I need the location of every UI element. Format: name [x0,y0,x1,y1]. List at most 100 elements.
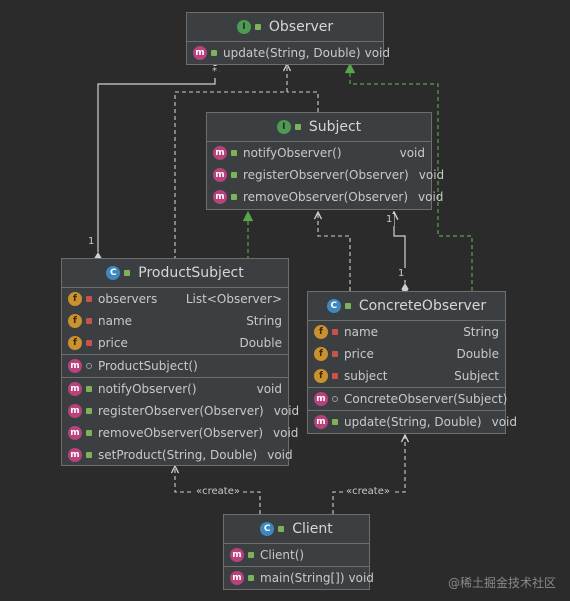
multiplicity-label: 1 [384,214,395,226]
interface-icon: I [276,120,291,134]
public-lock-icon [124,270,131,276]
field-name: name [98,314,133,328]
field-icon: f [68,292,82,306]
field-row[interactable]: f price Double [62,332,288,354]
class-name: ProductSubject [138,265,244,281]
class-box-observer[interactable]: I Observer m update(String, Double) void [186,12,390,65]
field-row[interactable]: f name String [62,310,288,332]
method-name: notifyObserver() [243,146,342,160]
private-icon [332,351,338,357]
public-lock-icon [278,526,285,532]
private-icon [332,373,338,379]
method-type: void [491,415,518,429]
constructor-name: ProductSubject() [98,359,198,373]
method-row[interactable]: m main(String[]) void [224,567,374,589]
method-icon: m [314,392,328,406]
field-row[interactable]: f observers List<Observer> [62,288,288,310]
constructor-name: Client() [260,548,305,562]
method-row[interactable]: m registerObserver(Observer) void [207,164,444,186]
field-icon: f [314,347,328,361]
field-type: String [463,325,499,339]
public-lock-icon [294,124,301,130]
method-row[interactable]: m notifyObserver() void [207,142,431,164]
public-icon [211,50,217,56]
method-type: void [399,146,425,160]
public-icon [231,194,237,200]
class-header: I Subject [207,113,431,142]
class-box-client[interactable]: C Client m Client() m main(String[]) voi… [223,514,374,590]
field-type: String [246,314,282,328]
field-icon: f [68,336,82,350]
method-icon: m [68,382,82,396]
method-name: removeObserver(Observer) [98,426,264,440]
method-row[interactable]: m update(String, Double) void [187,42,390,64]
method-row[interactable]: m registerObserver(Observer) void [62,400,299,422]
field-type: Double [239,336,282,350]
constructor-row[interactable]: m ProductSubject() [62,355,288,377]
field-row[interactable]: f price Double [308,343,505,365]
class-box-concreteobserver[interactable]: C ConcreteObserver f name String f price… [307,291,517,434]
method-row[interactable]: m removeObserver(Observer) void [62,422,298,444]
class-icon: C [106,266,121,280]
field-type: List<Observer> [185,292,282,306]
method-row[interactable]: m removeObserver(Observer) void [207,186,443,208]
public-icon [332,419,338,425]
constructor-row[interactable]: m ConcreteObserver(Subject) [308,388,507,410]
field-type: Double [456,347,499,361]
constructor-row[interactable]: m Client() [224,544,369,566]
method-type: void [348,571,374,585]
class-box-productsubject[interactable]: C ProductSubject f observers List<Observ… [61,258,299,466]
method-name: registerObserver(Observer) [243,168,409,182]
interface-icon: I [236,20,251,34]
field-row[interactable]: f name String [308,321,505,343]
method-type: void [267,448,293,462]
method-type: void [273,404,300,418]
public-icon [248,552,254,558]
method-name: update(String, Double) [344,415,482,429]
public-icon [86,430,92,436]
class-icon: C [326,299,341,313]
stereotype-create-label: «create» [344,486,392,498]
method-icon: m [193,46,207,60]
method-name: main(String[]) [260,571,345,585]
public-icon [248,575,254,581]
class-header: C ProductSubject [62,259,288,288]
field-name: price [98,336,128,350]
method-type: void [418,190,444,204]
multiplicity-label: 1 [86,236,97,248]
class-name: Subject [308,119,362,135]
public-icon [231,172,237,178]
private-icon [86,340,92,346]
method-row[interactable]: m notifyObserver() void [62,378,288,400]
class-box-subject[interactable]: I Subject m notifyObserver() void m regi… [206,112,444,210]
class-header: I Observer [187,13,383,42]
method-name: notifyObserver() [98,382,197,396]
method-icon: m [68,359,82,373]
class-name: Observer [268,19,334,35]
public-icon [86,386,92,392]
method-type: void [364,46,391,60]
watermark-text: @稀土掘金技术社区 [447,576,556,590]
multiplicity-label: * [210,66,219,78]
method-icon: m [314,415,328,429]
method-name: update(String, Double) [223,46,361,60]
method-icon: m [213,146,227,160]
field-icon: f [314,325,328,339]
field-icon: f [314,369,328,383]
method-icon: m [230,548,244,562]
public-icon [231,150,237,156]
method-name: registerObserver(Observer) [98,404,264,418]
class-name: ConcreteObserver [358,298,487,314]
method-icon: m [230,571,244,585]
package-private-icon [332,396,338,402]
field-name: price [344,347,374,361]
field-name: observers [98,292,158,306]
field-type: Subject [454,369,499,383]
method-icon: m [68,426,82,440]
method-row[interactable]: m setProduct(String, Double) void [62,444,293,466]
public-icon [86,408,92,414]
class-icon: C [260,522,275,536]
class-header: C ConcreteObserver [308,292,505,321]
method-row[interactable]: m update(String, Double) void [308,411,517,433]
field-row[interactable]: f subject Subject [308,365,505,387]
